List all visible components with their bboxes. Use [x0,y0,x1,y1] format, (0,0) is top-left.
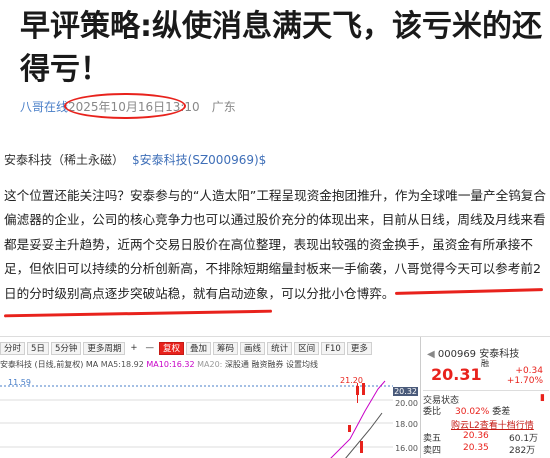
candle [348,425,351,432]
date-highlight-circle [64,93,186,119]
toolbar-btn-more[interactable]: 更多 [346,342,372,355]
quote-code-text: 000969 安泰科技 [437,349,520,360]
toolbar-btn-chips[interactable]: 筹码 [213,342,239,355]
zoom-in-button[interactable]: + [127,342,140,355]
last-price: 20.31 [431,365,482,384]
state-indicator-icon: ▮ [540,393,545,403]
ma-line [345,412,383,458]
webi-value: 30.02% [455,407,490,417]
ma5-value: MA5:18.92 [100,360,144,369]
change-percent: +1.70% [506,376,543,386]
chart-extra-links[interactable]: 深股通 融资融券 设置均线 [225,360,318,369]
toolbar-btn-more-period[interactable]: 更多周期 [83,342,126,355]
sell4-volume: 282万 [509,446,536,456]
candle [360,441,363,453]
toolbar-btn-range[interactable]: 区间 [294,342,320,355]
sell4-price: 20.35 [463,443,489,453]
publish-location: 广东 [211,100,236,114]
webi-row: 委比 30.02% 委差 [423,404,549,417]
y-axis-current: 20.32 [393,387,418,396]
article-meta: 八哥在线2025年10月16日13:10 广东 [20,93,236,119]
quote-code: ◀ 000969 安泰科技 [427,345,519,360]
article-title: 早评策略:纵使消息满天飞，该亏米的还得亏！ [20,9,542,87]
margin-badge: 融 [481,359,489,368]
y-axis-tick: 16.00 [395,444,418,453]
change-value: +0.34 [515,366,543,376]
quote-panel: ◀ 000969 安泰科技 融 20.31 +0.34 +1.70% 交易状态 ▮… [420,337,550,458]
kline-chart[interactable]: 11.59 21.20 [0,373,420,458]
y-axis-tick: 20.00 [395,399,418,408]
webi-label: 委比 [423,407,442,417]
toolbar-btn-5min[interactable]: 5分钟 [50,342,82,355]
webi-suffix: 委差 [492,407,511,417]
l2-ad-link[interactable]: 购云L2查看十档行情 [451,418,550,431]
zoom-out-button[interactable]: — [143,342,158,355]
trading-app-screenshot: 分时 5日 5分钟 更多周期 + — 复权 叠加 筹码 画线 统计 区间 F10… [0,336,550,458]
toolbar-btn-adjust[interactable]: 复权 [159,342,185,355]
candle [362,383,365,395]
stock-name: 安泰科技（稀土永磁） [4,153,125,167]
toolbar-btn-f10[interactable]: F10 [321,342,345,355]
ma20-value: MA20: [197,360,223,369]
sell4-row: 卖四 20.35 282万 [423,443,549,456]
toolbar-btn-stats[interactable]: 统计 [267,342,293,355]
stock-cashtag-link[interactable]: $安泰科技(SZ000969)$ [132,153,266,167]
toolbar-btn-minute[interactable]: 分时 [0,342,26,355]
stock-tag: 安泰科技（稀土永磁） $安泰科技(SZ000969)$ [4,152,266,168]
toolbar-btn-draw[interactable]: 画线 [240,342,266,355]
toolbar-btn-overlay[interactable]: 叠加 [186,342,212,355]
price-change: +0.34 +1.70% [501,366,543,386]
nav-left-icon[interactable]: ◀ [427,349,438,360]
chart-stock-label: 安泰科技 (日线,前复权) [0,360,84,369]
ma-label: MA [85,360,99,369]
sell5-price: 20.36 [463,431,489,441]
chart-high-label: 21.20 [340,376,363,385]
article-paragraph: 这个位置还能关注吗？安泰参与的“人造太阳”工程呈现资金抱团推升，作为全球唯一量产… [4,184,548,306]
ma10-value: MA10:16.32 [146,360,195,369]
highlight-underline [3,309,273,318]
sell4-label: 卖四 [423,446,442,456]
y-axis-tick: 18.00 [395,420,418,429]
chart-toolbar: 分时 5日 5分钟 更多周期 + — 复权 叠加 筹码 画线 统计 区间 F10… [0,341,420,356]
chart-y-axis: 20.32 20.00 18.00 16.00 [393,373,420,458]
chart-indicator-line: 安泰科技 (日线,前复权) MA MA5:18.92 MA10:16.32 MA… [0,359,420,371]
author-link[interactable]: 八哥在线 [20,100,68,114]
chart-low-label: 11.59 [8,378,31,387]
paragraph-tail: ，可以分批小仓博弈。 [268,285,395,301]
toolbar-btn-5day[interactable]: 5日 [27,342,49,355]
